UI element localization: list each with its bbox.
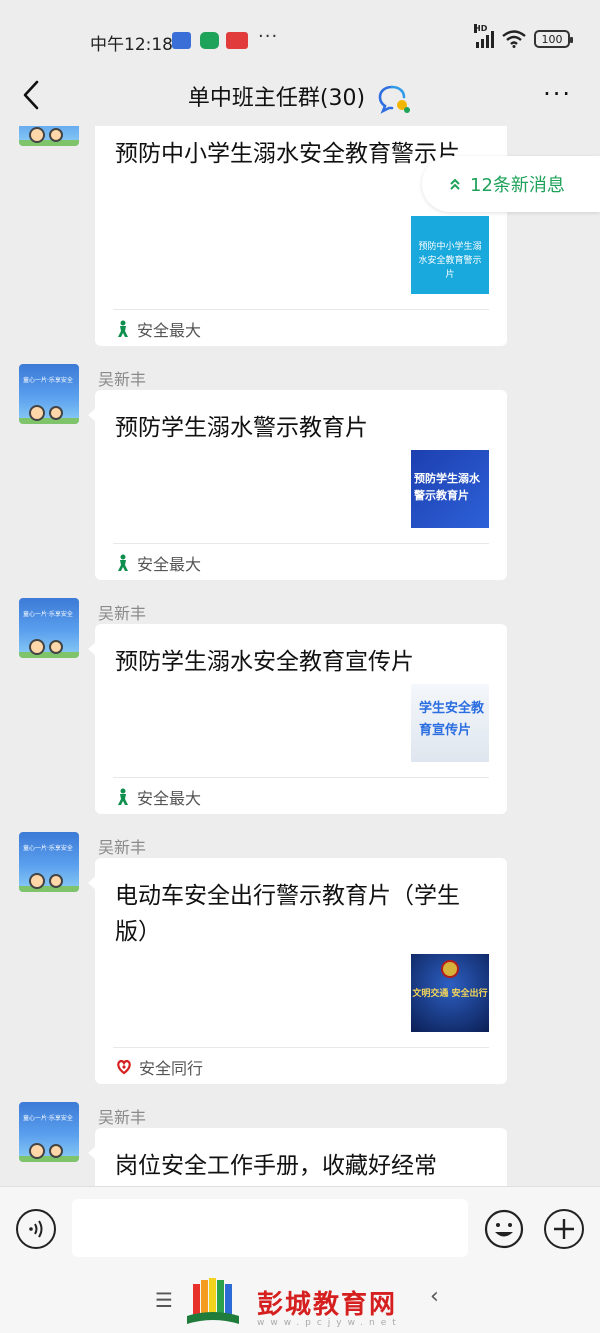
chat-header: 单中班主任群(30) ···	[0, 64, 600, 126]
system-nav-bar: ☰ 彭城教育网 www.pcjyw.net ‹	[0, 1270, 600, 1333]
watermark: 彭城教育网 www.pcjyw.net	[185, 1276, 425, 1330]
status-bar: 中午12:18 ··· HD 100	[0, 0, 600, 64]
sender-name: 吴新丰	[98, 838, 147, 857]
avatar[interactable]: 童心一片·乐享安全	[19, 832, 79, 892]
card-divider	[113, 543, 489, 544]
signal-icon: HD	[474, 24, 494, 48]
heart-safety-icon	[117, 1059, 131, 1075]
sender-name: 吴新丰	[98, 604, 147, 623]
card-thumbnail: 学生安全教育宣传片	[411, 684, 489, 762]
card-divider	[113, 309, 489, 310]
status-time: 中午12:18	[90, 35, 173, 55]
link-card[interactable]: 预防学生溺水安全教育宣传片 学生安全教育宣传片 安全最大	[88, 624, 507, 814]
more-options-icon[interactable]: ···	[543, 80, 572, 108]
menu-nav-icon[interactable]: ☰	[155, 1288, 173, 1312]
app-notification-icon	[172, 32, 191, 49]
card-title: 预防学生溺水安全教育宣传片	[115, 649, 414, 675]
card-source: 安全最大	[115, 551, 201, 575]
card-title: 预防学生溺水警示教育片	[115, 415, 368, 441]
person-icon	[118, 320, 128, 337]
plus-icon	[554, 1219, 574, 1239]
link-card[interactable]: 岗位安全工作手册，收藏好经常	[88, 1128, 507, 1186]
card-source: 安全最大	[115, 785, 201, 809]
person-icon	[118, 554, 128, 571]
message-input[interactable]	[72, 1199, 468, 1257]
card-title: 电动车安全出行警示教育片（学生版）	[115, 883, 460, 945]
card-title: 岗位安全工作手册，收藏好经常	[115, 1153, 437, 1179]
shield-notification-icon	[200, 32, 219, 49]
battery-icon: 100	[534, 30, 573, 48]
card-thumbnail: 文明交通 安全出行	[411, 954, 489, 1032]
police-emblem-icon	[441, 960, 459, 978]
plus-button[interactable]	[544, 1209, 584, 1249]
news-notification-icon	[226, 32, 248, 49]
link-card[interactable]: 电动车安全出行警示教育片（学生版） 文明交通 安全出行 安全同行	[88, 858, 507, 1084]
group-chat-icon[interactable]	[378, 84, 412, 114]
double-chevron-up-icon	[450, 178, 460, 190]
emoji-icon[interactable]	[484, 1209, 524, 1249]
link-card[interactable]: 预防学生溺水警示教育片 预防学生溺水警示教育片 安全最大	[88, 390, 507, 580]
new-messages-button[interactable]: 12条新消息	[422, 156, 600, 212]
chat-title: 单中班主任群(30)	[0, 80, 600, 114]
chat-message-list[interactable]: 童心一片·乐享安全 预防中小学生溺水安全教育警示片 预防中小学生溺水安全教育警示…	[0, 126, 600, 1186]
sender-name: 吴新丰	[98, 1108, 147, 1127]
avatar[interactable]: 童心一片·乐享安全	[19, 598, 79, 658]
back-nav-icon[interactable]: ‹	[430, 1284, 439, 1309]
avatar[interactable]: 童心一片·乐享安全	[19, 364, 79, 424]
card-thumbnail: 预防中小学生溺水安全教育警示片	[411, 216, 489, 294]
card-source: 安全最大	[115, 317, 201, 341]
voice-icon	[29, 1220, 43, 1238]
card-thumbnail: 预防学生溺水警示教育片	[411, 450, 489, 528]
voice-input-button[interactable]	[16, 1209, 56, 1249]
wifi-icon	[502, 30, 526, 48]
book-logo-icon	[187, 1278, 239, 1324]
avatar[interactable]: 童心一片·乐享安全	[19, 1102, 79, 1162]
sender-name: 吴新丰	[98, 370, 147, 389]
card-divider	[113, 777, 489, 778]
status-more-icon: ···	[258, 26, 279, 47]
input-bar	[0, 1186, 600, 1270]
card-divider	[113, 1047, 489, 1048]
chat-title-text: 单中班主任群(30)	[187, 86, 366, 111]
avatar[interactable]: 童心一片·乐享安全	[19, 126, 79, 146]
person-icon	[118, 788, 128, 805]
card-source: 安全同行	[115, 1055, 203, 1079]
